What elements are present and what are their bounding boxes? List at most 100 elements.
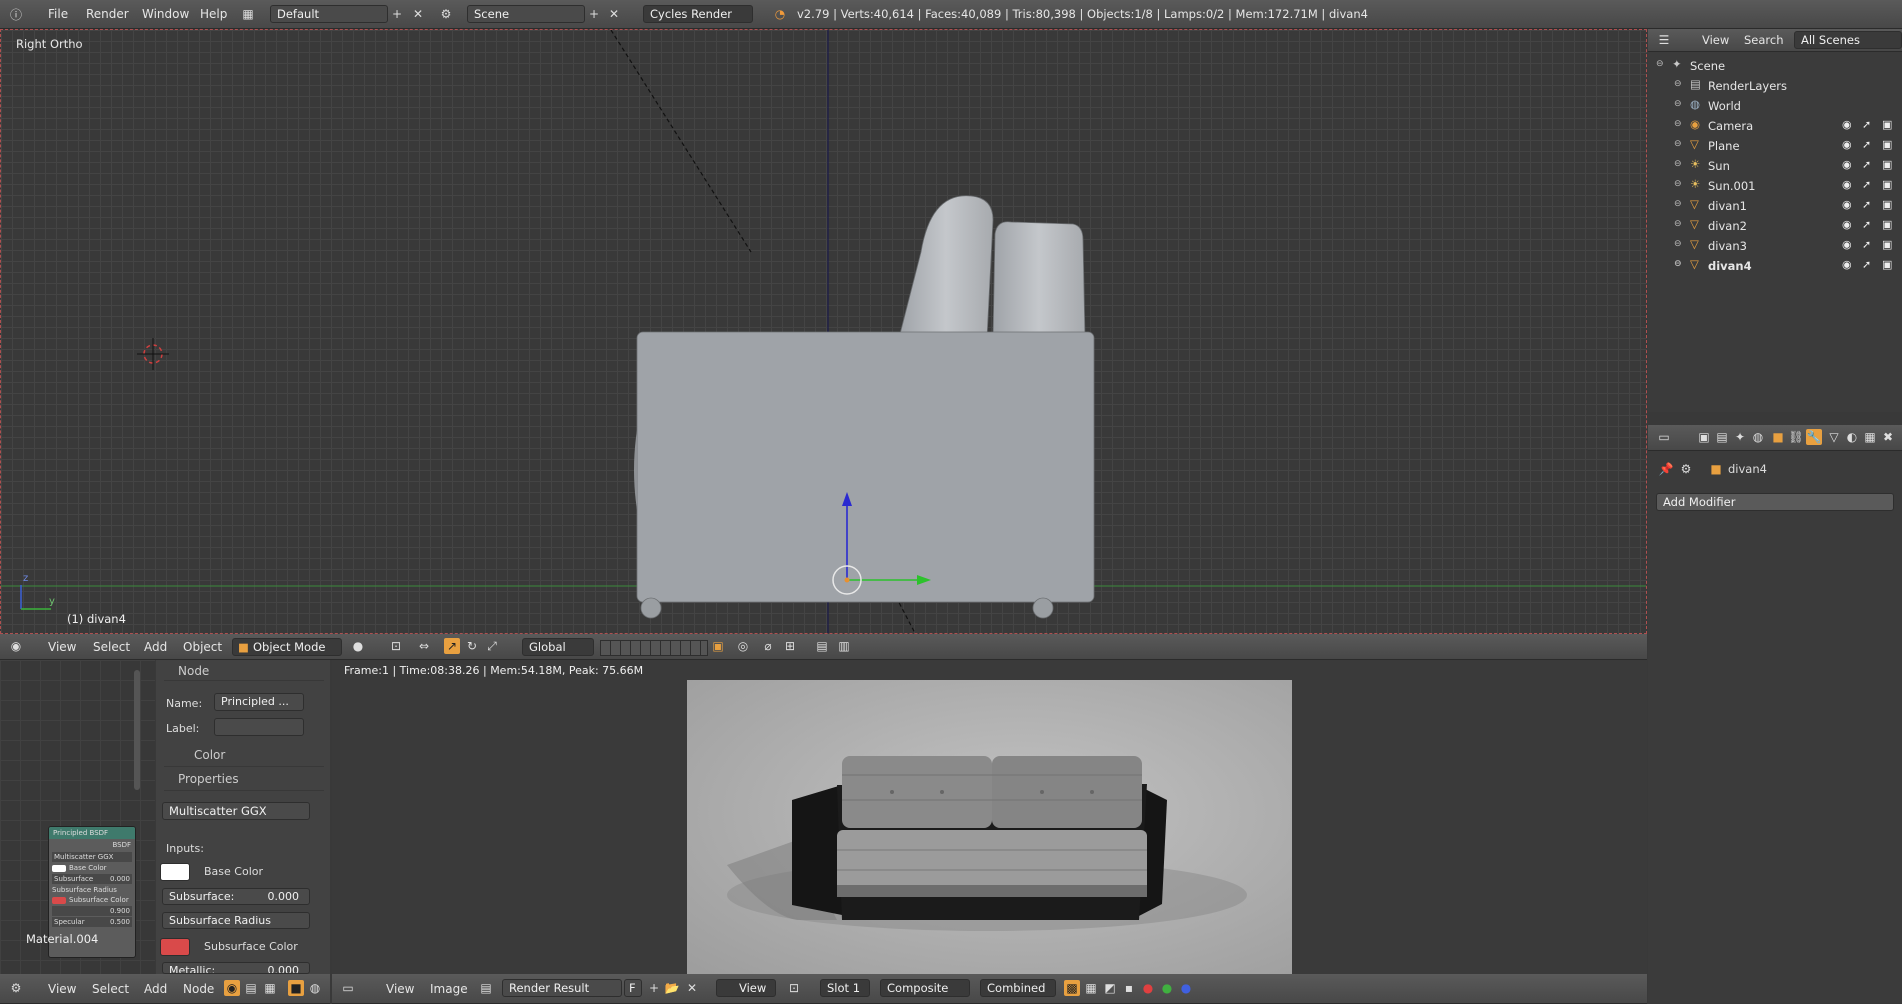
opengl-render-icon[interactable]: ▤ <box>814 638 830 654</box>
display-z-icon[interactable]: ◩ <box>1102 980 1118 996</box>
compositing-nodes-icon[interactable]: ▤ <box>243 980 259 996</box>
expand-toggle-icon[interactable]: ⊖ <box>1674 139 1682 149</box>
expand-toggle-icon[interactable]: ⊖ <box>1674 119 1682 129</box>
outliner-item-label[interactable]: Camera <box>1708 119 1753 133</box>
pivot-image-icon[interactable]: ⊡ <box>786 980 802 996</box>
green-channel-icon[interactable]: ● <box>1159 980 1175 996</box>
metallic-field[interactable]: Metallic: 0.000 <box>162 962 310 974</box>
rotate-icon[interactable]: ↻ <box>464 638 480 654</box>
renderable-camera-icon[interactable]: ▣ <box>1882 158 1892 171</box>
visibility-eye-icon[interactable]: ◉ <box>1842 238 1852 251</box>
outliner-item-camera[interactable]: ⊖ ◉ Camera ◉ ➚ ▣ <box>1648 116 1902 136</box>
shader-nodes-icon[interactable]: ◉ <box>224 980 240 996</box>
proportional-edit-icon[interactable]: ◎ <box>735 638 751 654</box>
expand-toggle-icon[interactable]: ⊖ <box>1674 99 1682 109</box>
image-menu-view[interactable]: View <box>386 982 414 996</box>
open-image-icon[interactable]: 📂 <box>664 980 680 996</box>
outliner-item-label[interactable]: divan1 <box>1708 199 1747 213</box>
node-label-field[interactable] <box>214 718 304 736</box>
subsurface-field[interactable]: Subsurface: 0.000 <box>162 888 310 905</box>
selectable-arrow-icon[interactable]: ➚ <box>1862 118 1871 131</box>
visibility-eye-icon[interactable]: ◉ <box>1842 178 1852 191</box>
render-engine-selector[interactable]: Cycles Render <box>643 5 753 23</box>
layout-selector[interactable]: Default <box>270 5 388 23</box>
orientation-selector[interactable]: Global <box>522 638 594 656</box>
opengl-anim-icon[interactable]: ▥ <box>836 638 852 654</box>
outliner-item-world[interactable]: ⊖ ◍ World <box>1648 96 1902 116</box>
outliner-menu-search[interactable]: Search <box>1744 33 1784 47</box>
expand-toggle-icon[interactable]: ⊖ <box>1674 159 1682 169</box>
outliner-item-renderlayers[interactable]: ⊖ ▤ RenderLayers <box>1648 76 1902 96</box>
selectable-arrow-icon[interactable]: ➚ <box>1862 138 1871 151</box>
scene-icon[interactable]: ⚙ <box>438 6 454 22</box>
visibility-eye-icon[interactable]: ◉ <box>1842 258 1852 271</box>
snap-target-icon[interactable]: ⊞ <box>782 638 798 654</box>
scene-selector[interactable]: Scene <box>467 5 585 23</box>
object-tab-icon[interactable]: ■ <box>1770 429 1786 445</box>
selectable-arrow-icon[interactable]: ➚ <box>1862 238 1871 251</box>
layout-grid-icon[interactable]: ▦ <box>240 6 256 22</box>
viewport-menu-object[interactable]: Object <box>183 640 222 654</box>
base-color-swatch[interactable] <box>160 863 190 881</box>
image-browse-icon[interactable]: ▤ <box>478 980 494 996</box>
renderable-camera-icon[interactable]: ▣ <box>1882 118 1892 131</box>
object-shader-icon[interactable]: ■ <box>288 980 304 996</box>
view-mode-selector[interactable]: View <box>716 979 776 997</box>
node-editor-scrollbar[interactable] <box>134 670 140 790</box>
lock-layers-icon[interactable]: ▣ <box>710 638 726 654</box>
fake-user-button[interactable]: F <box>624 979 642 997</box>
texture-nodes-icon[interactable]: ▦ <box>262 980 278 996</box>
pivot-icon[interactable]: ⊡ <box>388 638 404 654</box>
close-scene-icon[interactable]: ✕ <box>606 6 622 22</box>
add-modifier-button[interactable]: Add Modifier <box>1656 493 1894 511</box>
pin-icon[interactable]: 📌 <box>1658 461 1674 477</box>
scene-tab-icon[interactable]: ✦ <box>1732 429 1748 445</box>
renderable-camera-icon[interactable]: ▣ <box>1882 238 1892 251</box>
add-layout-icon[interactable]: + <box>389 6 405 22</box>
expand-toggle-icon[interactable]: ⊖ <box>1674 219 1682 229</box>
editor-type-icon[interactable]: ◉ <box>8 638 24 654</box>
new-image-icon[interactable]: + <box>646 980 662 996</box>
render-layers-tab-icon[interactable]: ▤ <box>1714 429 1730 445</box>
blue-channel-icon[interactable]: ● <box>1178 980 1194 996</box>
subsurface-color-swatch[interactable] <box>160 938 190 956</box>
expand-toggle-icon[interactable]: ⊖ <box>1674 79 1682 89</box>
node-menu-select[interactable]: Select <box>92 982 129 996</box>
visibility-eye-icon[interactable]: ◉ <box>1842 198 1852 211</box>
node-menu-node[interactable]: Node <box>183 982 214 996</box>
image-editor[interactable]: Frame:1 | Time:08:38.26 | Mem:54.18M, Pe… <box>332 660 1647 974</box>
outliner-item-divan3[interactable]: ⊖ ▽ divan3 ◉ ➚ ▣ <box>1648 236 1902 256</box>
material-tab-icon[interactable]: ◐ <box>1844 429 1860 445</box>
outliner-item-plane[interactable]: ⊖ ▽ Plane ◉ ➚ ▣ <box>1648 136 1902 156</box>
menu-file[interactable]: File <box>48 7 68 21</box>
red-channel-icon[interactable]: ● <box>1140 980 1156 996</box>
image-editor-type-icon[interactable]: ▭ <box>340 980 356 996</box>
outliner-item-label[interactable]: divan3 <box>1708 239 1747 253</box>
renderable-camera-icon[interactable]: ▣ <box>1882 258 1892 271</box>
shading-mode-icon[interactable]: ● <box>350 638 366 654</box>
expand-toggle-icon[interactable]: ⊖ <box>1674 259 1682 269</box>
manipulator-icon[interactable]: ⇔ <box>416 638 432 654</box>
transform-gizmo-icon[interactable] <box>821 462 941 602</box>
render-tab-icon[interactable]: ▣ <box>1696 429 1712 445</box>
visibility-eye-icon[interactable]: ◉ <box>1842 218 1852 231</box>
outliner-item-label[interactable]: divan2 <box>1708 219 1747 233</box>
selectable-arrow-icon[interactable]: ➚ <box>1862 258 1871 271</box>
outliner-item-divan2[interactable]: ⊖ ▽ divan2 ◉ ➚ ▣ <box>1648 216 1902 236</box>
outliner-item-label[interactable]: Plane <box>1708 139 1740 153</box>
layer-buttons[interactable] <box>600 640 708 656</box>
expand-toggle-icon[interactable]: ⊖ <box>1656 59 1664 69</box>
outliner-item-label[interactable]: Scene <box>1690 59 1725 73</box>
scale-icon[interactable]: ⤢ <box>484 638 500 654</box>
distribution-selector[interactable]: Multiscatter GGX <box>162 802 310 820</box>
display-checker-icon[interactable]: ▦ <box>1083 980 1099 996</box>
node-name-field[interactable]: Principled ... <box>214 693 304 711</box>
outliner-item-sun[interactable]: ⊖ ☀ Sun ◉ ➚ ▣ <box>1648 156 1902 176</box>
expand-toggle-icon[interactable]: ⊖ <box>1674 239 1682 249</box>
translate-icon[interactable]: ↗ <box>444 638 460 654</box>
add-scene-icon[interactable]: + <box>586 6 602 22</box>
node-editor[interactable]: Principled BSDF BSDF Multiscatter GGX Ba… <box>0 660 155 974</box>
outliner-item-scene[interactable]: ⊖ ✦ Scene <box>1648 56 1902 76</box>
selectable-arrow-icon[interactable]: ➚ <box>1862 198 1871 211</box>
renderable-camera-icon[interactable]: ▣ <box>1882 198 1892 211</box>
